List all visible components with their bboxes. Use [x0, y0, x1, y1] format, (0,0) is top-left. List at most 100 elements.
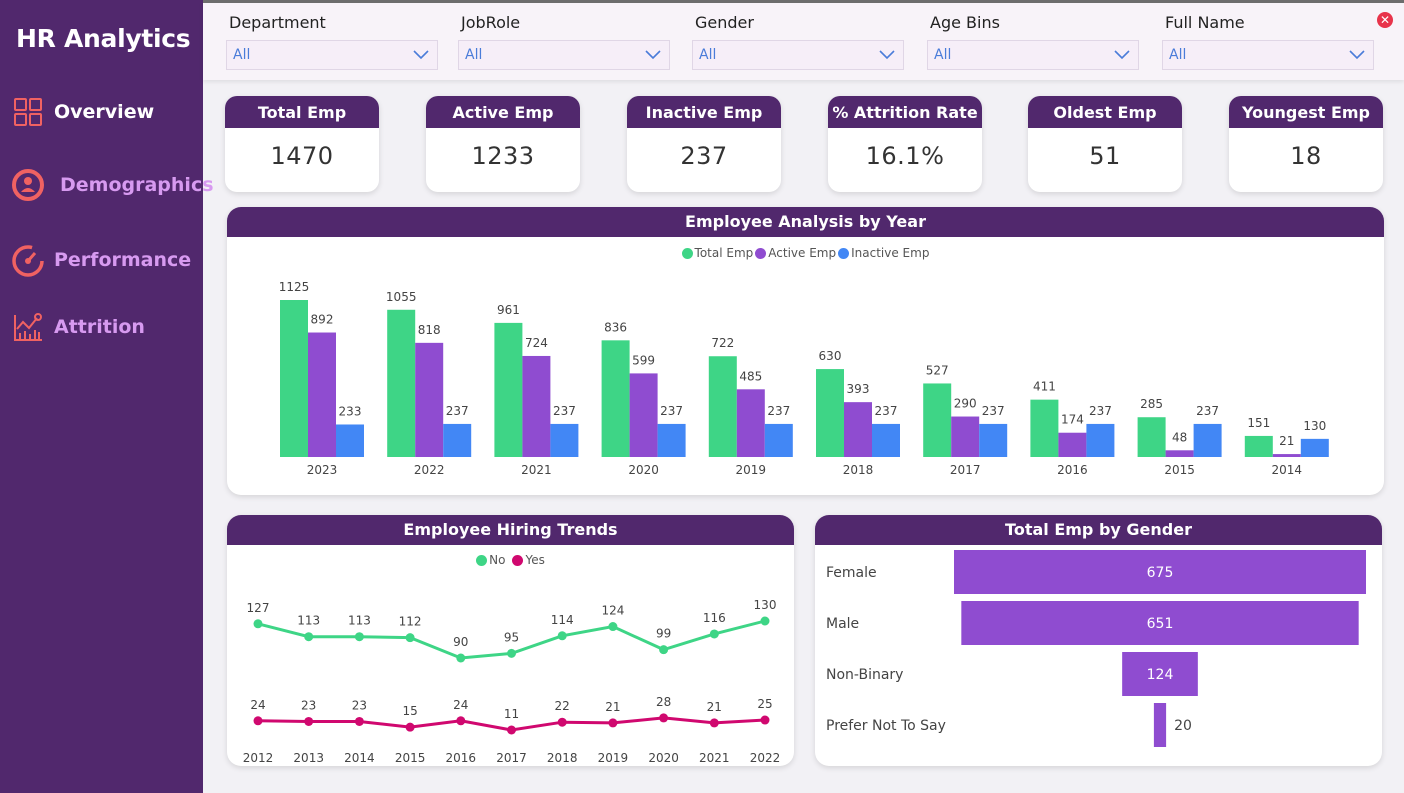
panel-title: Employee Hiring Trends	[227, 515, 794, 545]
bar	[1058, 432, 1087, 457]
filter-department: Department All	[226, 13, 438, 70]
close-icon[interactable]: ✕	[1377, 12, 1393, 28]
data-label: 112	[399, 615, 422, 629]
chevron-down-icon	[413, 50, 429, 60]
bar	[708, 356, 737, 457]
filter-value: All	[934, 47, 952, 63]
x-tick-label: 2022	[414, 463, 445, 477]
chevron-down-icon	[1349, 50, 1365, 60]
data-label: 818	[418, 323, 441, 337]
data-point	[354, 632, 364, 642]
data-point	[608, 622, 618, 632]
data-point	[709, 629, 719, 639]
x-tick-label: 2021	[699, 751, 730, 765]
data-label: 116	[703, 611, 726, 625]
data-label: 961	[497, 303, 520, 317]
nav-label-performance: Performance	[54, 249, 192, 271]
x-tick-label: 2022	[750, 751, 781, 765]
panel-title: Employee Analysis by Year	[227, 207, 1384, 237]
speedometer-icon	[10, 242, 46, 278]
data-label: 151	[1247, 416, 1270, 430]
data-point	[253, 619, 263, 629]
data-label: 722	[711, 336, 734, 350]
data-label: 237	[1196, 404, 1219, 418]
nav-item-performance[interactable]: Performance	[10, 242, 191, 278]
data-label: 21	[1279, 434, 1294, 448]
kpi-total-emp: Total Emp 1470	[225, 96, 379, 192]
data-point	[253, 716, 263, 726]
nav-label-attrition: Attrition	[54, 316, 145, 338]
data-label: 285	[1140, 397, 1163, 411]
data-label: 599	[632, 353, 655, 367]
data-label: 15	[402, 704, 417, 718]
dashboard-grid-icon	[10, 94, 46, 130]
bar-chart: 1125 892 233 2023 1055 818 237 2022 961 724 237 202…	[279, 280, 1329, 477]
bar	[1137, 417, 1166, 457]
kpi-label: Total Emp	[225, 96, 379, 128]
data-label: 114	[551, 613, 574, 627]
age-bins-dropdown[interactable]: All	[927, 40, 1139, 70]
category-label: Prefer Not To Say	[826, 718, 946, 734]
data-label: 237	[982, 404, 1005, 418]
data-point	[507, 648, 516, 658]
bar	[736, 389, 765, 457]
data-label: 237	[553, 404, 576, 418]
data-label: 99	[656, 627, 671, 641]
bar	[1165, 450, 1194, 457]
department-dropdown[interactable]: All	[226, 40, 438, 70]
bar	[1086, 423, 1115, 457]
kpi-label: Youngest Emp	[1229, 96, 1383, 128]
kpi-oldest-emp: Oldest Emp 51	[1028, 96, 1182, 192]
data-point	[456, 653, 466, 663]
bar	[872, 423, 900, 457]
data-point	[709, 718, 719, 728]
data-label: 22	[555, 699, 570, 713]
data-point	[659, 713, 669, 723]
kpi-attrition-rate: % Attrition Rate 16.1%	[828, 96, 982, 192]
bar	[1244, 435, 1273, 457]
sidebar: HR Analytics Overview Demographics Perfo…	[0, 0, 214, 793]
data-label: 1055	[386, 290, 417, 304]
x-tick-label: 2019	[598, 751, 629, 765]
kpi-label: % Attrition Rate	[828, 96, 982, 128]
x-tick-label: 2014	[1272, 463, 1303, 477]
data-point	[659, 645, 669, 655]
data-point	[405, 722, 415, 732]
nav-item-attrition[interactable]: Attrition	[10, 309, 145, 345]
line-chart: 127 113 113 112 90 95 114 124 99 116 130 24 23 23 15 24…	[243, 598, 781, 765]
data-label: 130	[1303, 419, 1326, 433]
bar	[1193, 423, 1222, 457]
nav-item-demographics[interactable]: Demographics	[10, 167, 214, 203]
bar	[522, 355, 551, 457]
bar	[601, 340, 630, 457]
bar	[387, 309, 416, 457]
data-label: 485	[739, 369, 762, 383]
nav-item-overview[interactable]: Overview	[10, 94, 154, 130]
gender-dropdown[interactable]: All	[692, 40, 904, 70]
data-label: 130	[754, 598, 777, 612]
kpi-youngest-emp: Youngest Emp 18	[1229, 96, 1383, 192]
data-label: 21	[605, 700, 620, 714]
x-tick-label: 2017	[950, 463, 981, 477]
data-label: 393	[847, 382, 870, 396]
bar	[415, 342, 444, 457]
full-name-dropdown[interactable]: All	[1162, 40, 1374, 70]
filter-label: Full Name	[1165, 13, 1245, 32]
jobrole-dropdown[interactable]: All	[458, 40, 670, 70]
x-tick-label: 2016	[446, 751, 477, 765]
x-tick-label: 2020	[628, 463, 659, 477]
filter-full-name: Full Name All	[1162, 13, 1374, 70]
x-tick-label: 2017	[496, 751, 527, 765]
x-tick-label: 2016	[1057, 463, 1088, 477]
bar	[494, 322, 523, 457]
filter-age-bins: Age Bins All	[927, 13, 1139, 70]
filter-value: All	[1169, 47, 1187, 63]
data-label: 23	[301, 698, 316, 712]
data-point	[557, 717, 567, 727]
data-point	[304, 632, 314, 642]
data-label: 237	[767, 404, 790, 418]
kpi-value: 237	[680, 142, 728, 170]
bar	[1300, 438, 1329, 457]
x-tick-label: 2018	[843, 463, 874, 477]
filter-value: All	[233, 47, 251, 63]
